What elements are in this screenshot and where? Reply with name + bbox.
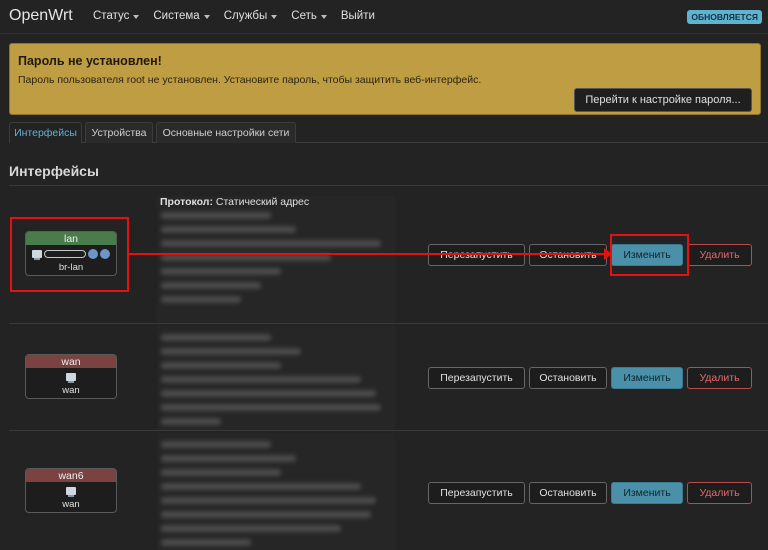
blurred-line [161,282,261,289]
chevron-down-icon [133,14,140,19]
go-to-password-button[interactable]: Перейти к настройке пароля... [574,88,752,112]
menu-logout-label: Выйти [340,10,375,22]
brand-logo[interactable]: OpenWrt [9,7,73,25]
main-menu: Статус Система Службы Сеть Выйти [93,10,389,22]
interface-row-wan6: wan6 wan Перезапустить Остановить Измени… [9,430,768,550]
tab-global-settings[interactable]: Основные настройки сети [156,122,296,143]
interface-actions: Перезапустить Остановить Изменить Удалит… [424,244,752,266]
tab-interfaces[interactable]: Интерфейсы [9,122,82,143]
stop-button[interactable]: Остановить [529,482,607,504]
stop-button[interactable]: Остановить [529,367,607,389]
blurred-line [161,539,251,546]
interface-actions: Перезапустить Остановить Изменить Удалит… [424,367,752,389]
top-navbar: OpenWrt Статус Система Службы Сеть Выйти… [0,0,768,34]
menu-network[interactable]: Сеть [291,10,327,22]
blurred-line [161,497,376,504]
menu-system-label: Система [153,10,200,22]
delete-button[interactable]: Удалить [687,367,752,389]
blurred-line [161,404,381,411]
protocol-value: Статический адрес [215,196,310,208]
interface-details-blurred [157,433,395,550]
blurred-line [161,362,281,369]
annotation-highlight-lan [10,217,129,292]
blurred-line [161,226,296,233]
menu-logout[interactable]: Выйти [341,10,375,22]
section-title: Интерфейсы [9,163,99,179]
refreshing-badge[interactable]: ОБНОВЛЯЕТСЯ [687,10,762,24]
menu-status-label: Статус [93,10,130,22]
no-password-alert: Пароль не установлен! Пароль пользовател… [9,43,761,115]
interface-actions: Перезапустить Остановить Изменить Удалит… [424,482,752,504]
ethernet-port-icon [66,487,76,497]
device-icons [66,485,76,497]
blurred-line [161,441,271,448]
delete-button[interactable]: Удалить [687,244,752,266]
interface-details-blurred [157,196,395,324]
interface-device-box: wan [26,482,116,512]
blurred-line [161,296,241,303]
interface-details-blurred [157,326,395,431]
blurred-line [161,455,296,462]
menu-services-label: Службы [223,10,268,22]
edit-button[interactable]: Изменить [611,367,683,389]
blurred-line [161,348,301,355]
blurred-line [161,525,341,532]
restart-button[interactable]: Перезапустить [428,367,525,389]
blurred-line [161,334,271,341]
interface-badge-wan: wan wan [25,354,117,399]
interface-row-wan: wan wan Перезапустить Остановить Изменит… [9,323,768,431]
interface-name: wan6 [26,469,116,482]
protocol-info: Протокол: Статический адрес [160,196,309,208]
edit-button[interactable]: Изменить [611,482,683,504]
alert-title: Пароль не установлен! [18,54,162,68]
restart-button[interactable]: Перезапустить [428,244,525,266]
menu-network-label: Сеть [291,10,317,22]
ethernet-port-icon [66,373,76,383]
blurred-line [161,390,376,397]
alert-text: Пароль пользователя root не установлен. … [18,74,482,86]
stop-button[interactable]: Остановить [529,244,607,266]
annotation-arrow [128,253,608,255]
menu-system[interactable]: Система [153,10,210,22]
blurred-line [161,212,271,219]
arrow-right-icon [604,248,612,260]
interface-device: wan [62,385,80,396]
blurred-line [161,254,331,261]
interface-name: wan [26,355,116,368]
menu-services[interactable]: Службы [224,10,278,22]
annotation-highlight-edit [610,234,689,276]
protocol-label: Протокол: [160,196,213,208]
interface-device-box: wan [26,368,116,398]
menu-status[interactable]: Статус [93,10,140,22]
blurred-line [161,483,361,490]
blurred-line [161,511,371,518]
blurred-line [161,376,361,383]
device-icons [66,371,76,383]
restart-button[interactable]: Перезапустить [428,482,525,504]
interface-badge-wan6: wan6 wan [25,468,117,513]
chevron-down-icon [320,14,327,19]
network-tabs: Интерфейсы Устройства Основные настройки… [9,122,768,143]
blurred-line [161,268,281,275]
blurred-line [161,418,221,425]
chevron-down-icon [203,14,210,19]
blurred-line [161,469,281,476]
delete-button[interactable]: Удалить [687,482,752,504]
blurred-line [161,240,381,247]
chevron-down-icon [271,14,278,19]
tab-devices[interactable]: Устройства [85,122,153,143]
interface-device: wan [62,499,80,510]
